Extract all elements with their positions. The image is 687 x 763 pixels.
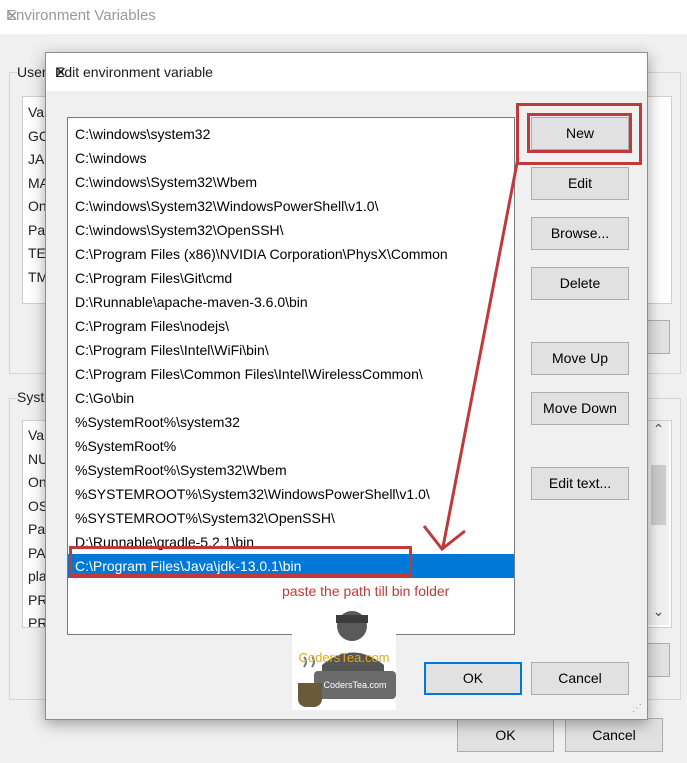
background-window-title: Environment Variables [6, 7, 156, 24]
scroll-down-icon[interactable]: ⌄ [648, 603, 669, 623]
scrollbar-thumb[interactable] [651, 465, 666, 525]
background-cancel-button[interactable]: Cancel [565, 718, 663, 752]
arrow-shaft [441, 157, 520, 548]
scroll-up-icon[interactable]: ⌃ [648, 421, 669, 441]
watermark-brand-top: CodersTea.com [298, 650, 390, 665]
close-icon[interactable]: ✕ [6, 7, 19, 25]
avatar-hair [336, 615, 368, 623]
background-ok-button[interactable]: OK [457, 718, 554, 752]
system-list-scrollbar[interactable]: ⌃ ⌄ [648, 421, 669, 625]
background-window-titlebar: Environment Variables ✕ [0, 0, 687, 34]
watermark-brand-bottom: CodersTea.com [323, 680, 387, 690]
watermark-logo: CodersTea.com CodersTea.com [292, 605, 396, 710]
user-variables-label: User [17, 64, 49, 80]
